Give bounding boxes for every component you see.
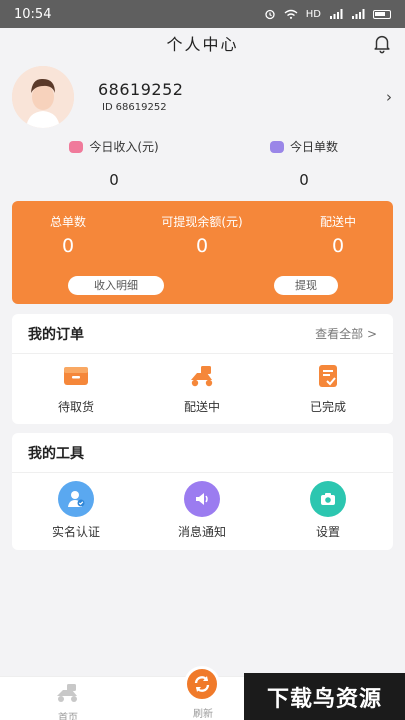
- total-orders-label: 总单数: [49, 215, 86, 229]
- delivering-label: 配送中: [319, 215, 356, 229]
- status-bar: 10:54 HD: [0, 0, 405, 28]
- user-name: 68619252: [98, 80, 184, 99]
- total-orders: 总单数 0: [44, 213, 92, 257]
- delivering-count: 配送中 0: [314, 213, 362, 257]
- home-scooter-icon: [57, 684, 77, 702]
- order-delivering-label: 配送中: [183, 400, 220, 414]
- order-to-pickup-label: 待取货: [57, 400, 94, 414]
- order-to-pickup[interactable]: 待取货: [26, 364, 126, 415]
- network-label: HD: [305, 8, 321, 20]
- my-tools-card: 我的工具 实名认证 消息通知 设置: [12, 433, 393, 550]
- income-detail-button[interactable]: 收入明细: [68, 276, 164, 295]
- refresh-label: 刷新: [193, 709, 213, 720]
- alarm-icon: [265, 9, 275, 20]
- tab-home-label: 首页: [58, 713, 78, 720]
- user-id: ID 68619252: [102, 102, 167, 113]
- my-tools-title: 我的工具: [28, 445, 84, 462]
- chevron-right-icon[interactable]: ›: [386, 88, 392, 106]
- tab-home[interactable]: 首页: [38, 683, 98, 720]
- order-delivering[interactable]: 配送中: [152, 364, 252, 415]
- tool-real-name-auth-label: 实名认证: [51, 525, 100, 539]
- my-orders-card: 我的订单 查看全部 > 待取货 配送中 已完成: [12, 314, 393, 424]
- wifi-icon: [284, 9, 298, 19]
- signal-icon-2: [352, 9, 365, 19]
- signal-icon: [330, 9, 343, 19]
- box-icon: [64, 367, 88, 385]
- today-income-value: 0: [109, 171, 119, 189]
- scooter-icon: [191, 366, 213, 387]
- income-icon: [69, 140, 84, 153]
- battery-icon: [373, 9, 391, 19]
- tool-settings[interactable]: 设置: [278, 481, 378, 540]
- completed-icon: [319, 365, 337, 387]
- user-id-prefix: ID: [102, 102, 113, 113]
- tool-notifications[interactable]: 消息通知: [152, 481, 252, 540]
- order-completed[interactable]: 已完成: [278, 364, 378, 415]
- user-verify-icon: [58, 481, 94, 517]
- avatar-image: [12, 66, 74, 128]
- withdrawable-balance: 可提现余额(元) 0: [152, 213, 252, 257]
- my-orders-title: 我的订单: [28, 326, 84, 343]
- today-income-label: 今日收入(元): [89, 140, 159, 154]
- user-id-value: 68619252: [115, 102, 167, 113]
- refresh-icon: [194, 676, 210, 692]
- view-all-link[interactable]: 查看全部 >: [315, 325, 377, 342]
- orders-count-icon: [269, 140, 284, 153]
- today-income: 今日收入(元) 0: [34, 138, 194, 189]
- bell-icon[interactable]: [371, 32, 393, 54]
- withdraw-button[interactable]: 提现: [274, 276, 338, 295]
- order-completed-label: 已完成: [309, 400, 346, 414]
- speaker-icon: [184, 481, 220, 517]
- refresh-button[interactable]: [184, 666, 220, 702]
- today-orders-label: 今日单数: [289, 140, 338, 154]
- delivering-value: 0: [331, 235, 345, 257]
- summary-card: 总单数 0 可提现余额(元) 0 配送中 0 收入明细 提现: [12, 201, 393, 304]
- withdrawable-value: 0: [195, 235, 209, 257]
- total-orders-value: 0: [61, 235, 75, 257]
- today-orders-value: 0: [299, 171, 309, 189]
- withdrawable-label: 可提现余额(元): [161, 215, 243, 229]
- tool-real-name-auth[interactable]: 实名认证: [26, 481, 126, 540]
- watermark: 下载鸟资源: [244, 673, 405, 720]
- today-orders: 今日单数 0: [224, 138, 384, 189]
- camera-settings-icon: [310, 481, 346, 517]
- page-title: 个人中心: [166, 35, 239, 54]
- title-bar: 个人中心: [0, 28, 405, 58]
- today-stats: 今日收入(元) 0 今日单数 0: [0, 138, 405, 194]
- status-time: 10:54: [14, 6, 52, 22]
- profile-header[interactable]: 68619252 ID 68619252 ›: [12, 66, 392, 128]
- avatar[interactable]: [12, 66, 74, 128]
- tool-settings-label: 设置: [315, 525, 340, 539]
- tool-notifications-label: 消息通知: [177, 525, 226, 539]
